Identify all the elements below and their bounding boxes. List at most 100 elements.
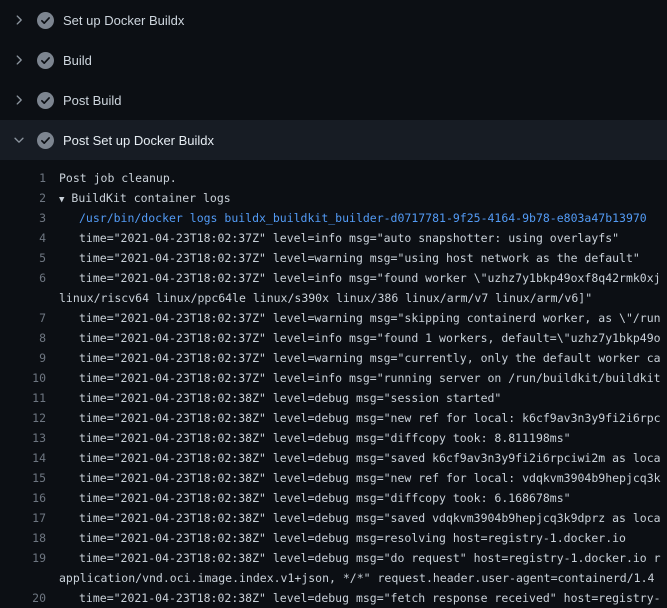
log-line-number[interactable]: 17 <box>0 508 46 528</box>
log-text-content: time="2021-04-23T18:02:38Z" level=debug … <box>79 591 661 605</box>
log-text-content: time="2021-04-23T18:02:38Z" level=debug … <box>79 491 571 505</box>
log-line-text: time="2021-04-23T18:02:38Z" level=debug … <box>46 488 571 508</box>
log-line-number[interactable]: 6 <box>0 268 46 288</box>
log-line-text: /usr/bin/docker logs buildx_buildkit_bui… <box>46 208 647 228</box>
log-text-content: time="2021-04-23T18:02:37Z" level=info m… <box>79 331 661 345</box>
log-line: 15 time="2021-04-23T18:02:38Z" level=deb… <box>0 468 667 488</box>
log-line-text: time="2021-04-23T18:02:37Z" level=warnin… <box>46 348 661 368</box>
log-line-number[interactable]: 4 <box>0 228 46 248</box>
log-line: 10 time="2021-04-23T18:02:37Z" level=inf… <box>0 368 667 388</box>
log-line-number[interactable]: 14 <box>0 448 46 468</box>
log-text-content: time="2021-04-23T18:02:37Z" level=info m… <box>79 271 661 285</box>
log-line-number[interactable]: 8 <box>0 328 46 348</box>
log-text-content: time="2021-04-23T18:02:37Z" level=warnin… <box>79 311 661 325</box>
log-text-content: time="2021-04-23T18:02:38Z" level=debug … <box>79 451 661 465</box>
log-line-text: time="2021-04-23T18:02:37Z" level=info m… <box>46 268 661 288</box>
log-line-text: time="2021-04-23T18:02:38Z" level=debug … <box>46 468 661 488</box>
check-circle-icon <box>37 132 54 149</box>
log-line-number[interactable]: 16 <box>0 488 46 508</box>
step-label: Post Set up Docker Buildx <box>63 133 214 148</box>
log-line-number[interactable]: 9 <box>0 348 46 368</box>
log-line-number[interactable] <box>0 568 46 588</box>
log-text-content: time="2021-04-23T18:02:38Z" level=debug … <box>79 431 571 445</box>
log-line: 1 Post job cleanup. <box>0 168 667 188</box>
chevron-down-icon[interactable] <box>11 132 27 148</box>
step-label: Set up Docker Buildx <box>63 13 184 28</box>
log-line-number[interactable]: 13 <box>0 428 46 448</box>
log-line-number[interactable]: 2 <box>0 188 46 208</box>
log-line-text: time="2021-04-23T18:02:38Z" level=debug … <box>46 588 661 608</box>
log-text-content: time="2021-04-23T18:02:37Z" level=warnin… <box>79 251 640 265</box>
log-line-text: time="2021-04-23T18:02:38Z" level=debug … <box>46 508 661 528</box>
log-line-number[interactable]: 10 <box>0 368 46 388</box>
log-text-content: time="2021-04-23T18:02:38Z" level=debug … <box>79 511 661 525</box>
check-circle-icon <box>37 52 54 69</box>
log-text-content: time="2021-04-23T18:02:38Z" level=debug … <box>79 471 661 485</box>
log-text-content: BuildKit container logs <box>71 191 230 205</box>
log-line-text: time="2021-04-23T18:02:38Z" level=debug … <box>46 408 661 428</box>
log-text-content: application/vnd.oci.image.index.v1+json,… <box>59 571 654 585</box>
step-label: Build <box>63 53 92 68</box>
log-line-text: time="2021-04-23T18:02:38Z" level=debug … <box>46 388 501 408</box>
log-line-text: time="2021-04-23T18:02:37Z" level=warnin… <box>46 308 661 328</box>
log-line: 2 ▼ BuildKit container logs <box>0 188 667 208</box>
log-text-content: linux/riscv64 linux/ppc64le linux/s390x … <box>59 291 592 305</box>
log-line-number[interactable]: 18 <box>0 528 46 548</box>
log-line: 19 time="2021-04-23T18:02:38Z" level=deb… <box>0 548 667 568</box>
log-line: 11 time="2021-04-23T18:02:38Z" level=deb… <box>0 388 667 408</box>
log-text-content: Post job cleanup. <box>59 171 177 185</box>
step-row-3[interactable]: Post Set up Docker Buildx <box>0 120 667 160</box>
steps-list: Set up Docker Buildx Build P <box>0 0 667 160</box>
check-circle-icon <box>37 12 54 29</box>
log-pane: 1 Post job cleanup. 2 ▼ BuildKit containe… <box>0 160 667 608</box>
log-line-number[interactable]: 3 <box>0 208 46 228</box>
log-line: 6 time="2021-04-23T18:02:37Z" level=info… <box>0 268 667 288</box>
log-line: 20 time="2021-04-23T18:02:38Z" level=deb… <box>0 588 667 608</box>
log-line-text: time="2021-04-23T18:02:38Z" level=debug … <box>46 448 661 468</box>
log-line: 9 time="2021-04-23T18:02:37Z" level=warn… <box>0 348 667 368</box>
log-group-toggle-icon[interactable]: ▼ <box>59 195 64 205</box>
log-line: 8 time="2021-04-23T18:02:37Z" level=info… <box>0 328 667 348</box>
log-line-text: time="2021-04-23T18:02:37Z" level=info m… <box>46 328 661 348</box>
log-text-content: time="2021-04-23T18:02:37Z" level=info m… <box>79 371 661 385</box>
log-line: 4 time="2021-04-23T18:02:37Z" level=info… <box>0 228 667 248</box>
step-row-2[interactable]: Post Build <box>0 80 667 120</box>
log-line: 3 /usr/bin/docker logs buildx_buildkit_b… <box>0 208 667 228</box>
chevron-right-icon[interactable] <box>11 92 27 108</box>
log-line-number[interactable] <box>0 288 46 308</box>
log-line-text: time="2021-04-23T18:02:38Z" level=debug … <box>46 528 626 548</box>
log-text-content: time="2021-04-23T18:02:38Z" level=debug … <box>79 531 626 545</box>
log-line: application/vnd.oci.image.index.v1+json,… <box>0 568 667 588</box>
step-row-0[interactable]: Set up Docker Buildx <box>0 0 667 40</box>
log-line: 17 time="2021-04-23T18:02:38Z" level=deb… <box>0 508 667 528</box>
log-line-text: Post job cleanup. <box>46 168 177 188</box>
log-line-number[interactable]: 11 <box>0 388 46 408</box>
check-circle-icon <box>37 92 54 109</box>
actions-log-viewer: { "theme": { "page_bg": "#0c0f14", "expa… <box>0 0 667 600</box>
log-text-content: time="2021-04-23T18:02:38Z" level=debug … <box>79 411 661 425</box>
log-line-text: time="2021-04-23T18:02:37Z" level=info m… <box>46 228 619 248</box>
log-line-number[interactable]: 15 <box>0 468 46 488</box>
log-line: 18 time="2021-04-23T18:02:38Z" level=deb… <box>0 528 667 548</box>
log-line: 12 time="2021-04-23T18:02:38Z" level=deb… <box>0 408 667 428</box>
log-line-number[interactable]: 19 <box>0 548 46 568</box>
log-line: 5 time="2021-04-23T18:02:37Z" level=warn… <box>0 248 667 268</box>
log-line-number[interactable]: 7 <box>0 308 46 328</box>
log-line: 14 time="2021-04-23T18:02:38Z" level=deb… <box>0 448 667 468</box>
log-line-number[interactable]: 5 <box>0 248 46 268</box>
log-text-content: time="2021-04-23T18:02:37Z" level=warnin… <box>79 351 661 365</box>
step-row-1[interactable]: Build <box>0 40 667 80</box>
log-line: 16 time="2021-04-23T18:02:38Z" level=deb… <box>0 488 667 508</box>
log-line-text: time="2021-04-23T18:02:37Z" level=info m… <box>46 368 661 388</box>
log-line-number[interactable]: 20 <box>0 588 46 608</box>
log-line-text: linux/riscv64 linux/ppc64le linux/s390x … <box>46 288 592 308</box>
log-text-content: time="2021-04-23T18:02:38Z" level=debug … <box>79 391 501 405</box>
chevron-right-icon[interactable] <box>11 52 27 68</box>
chevron-right-icon[interactable] <box>11 12 27 28</box>
log-line-number[interactable]: 1 <box>0 168 46 188</box>
log-line-text: time="2021-04-23T18:02:38Z" level=debug … <box>46 428 571 448</box>
log-line: 13 time="2021-04-23T18:02:38Z" level=deb… <box>0 428 667 448</box>
log-line-text: time="2021-04-23T18:02:38Z" level=debug … <box>46 548 661 568</box>
log-line-number[interactable]: 12 <box>0 408 46 428</box>
log-line-text: time="2021-04-23T18:02:37Z" level=warnin… <box>46 248 640 268</box>
